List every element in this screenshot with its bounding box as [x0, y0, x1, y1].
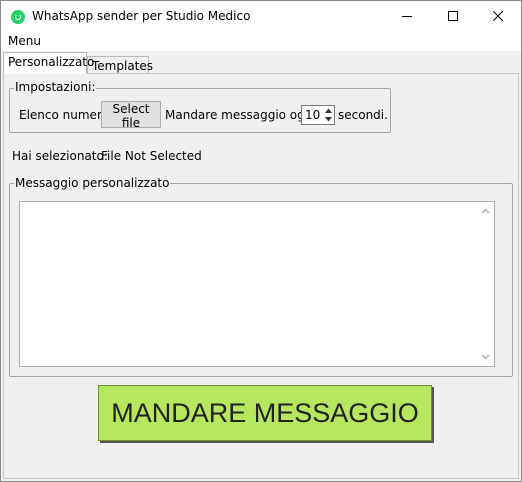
minimize-icon — [402, 16, 412, 17]
message-group-label: Messaggio personalizzato — [14, 176, 171, 190]
menu-item-menu[interactable]: Menu — [8, 34, 41, 48]
tab-personalizzato[interactable]: Personalizzato — [3, 52, 94, 74]
close-icon — [493, 11, 503, 21]
numbers-label: Elenco numeri: — [19, 108, 110, 122]
interval-label: Mandare messaggio ogni — [165, 108, 316, 122]
interval-value: 10 — [305, 108, 321, 122]
spin-down-icon[interactable] — [323, 115, 334, 124]
title-bar: WhatsApp sender per Studio Medico — [1, 1, 521, 32]
interval-spinbox[interactable]: 10 — [301, 105, 335, 125]
close-button[interactable] — [475, 1, 521, 32]
menu-bar: Menu — [1, 32, 521, 51]
settings-group-label: Impostazioni: — [14, 80, 97, 94]
minimize-button[interactable] — [384, 1, 430, 32]
window-title: WhatsApp sender per Studio Medico — [32, 9, 251, 23]
selected-file-value: File Not Selected — [101, 149, 202, 163]
whatsapp-icon — [11, 10, 25, 24]
seconds-label: secondi. — [338, 108, 388, 122]
tab-templates[interactable]: Templates — [87, 56, 153, 74]
tab-label: Personalizzato — [8, 55, 95, 69]
selection-label: Hai selezionato: — [12, 149, 108, 163]
maximize-button[interactable] — [430, 1, 476, 32]
app-window: WhatsApp sender per Studio Medico Menu P… — [0, 0, 522, 482]
select-file-button[interactable]: Select file — [101, 101, 161, 130]
message-textarea[interactable] — [19, 201, 495, 367]
send-message-button[interactable]: MANDARE MESSAGGIO — [98, 385, 432, 441]
spin-up-icon[interactable] — [323, 106, 334, 115]
maximize-icon — [448, 11, 458, 21]
tab-label: Templates — [92, 59, 154, 73]
